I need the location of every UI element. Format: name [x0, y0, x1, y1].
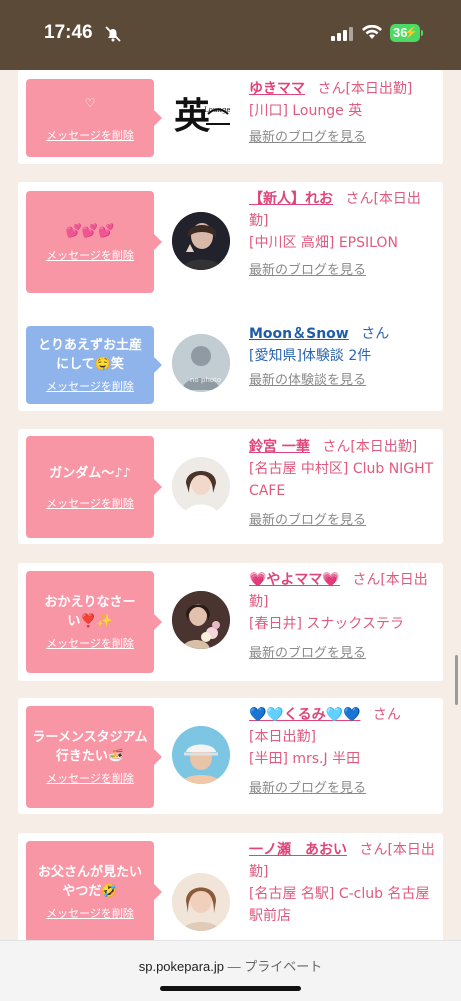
honorific: さん — [372, 707, 401, 723]
battery-tip — [421, 30, 423, 36]
delete-message-link[interactable]: メッセージを削除 — [46, 247, 134, 263]
message-bubble: おかえりなさーい❣️✨ メッセージを削除 — [26, 571, 162, 673]
profile-name-link[interactable]: 💗やよママ💗 — [249, 572, 340, 588]
message-bubble: お父さんが見たいやつだ🤣 メッセージを削除 — [26, 841, 162, 943]
avatar[interactable] — [172, 212, 230, 270]
delete-message-link[interactable]: メッセージを削除 — [46, 635, 134, 651]
profile-info: 💙🩵くるみ🩵💙 さん [本日出勤] [半田] mrs.J 半田 最新のブログを見… — [249, 704, 439, 800]
list-item: ラーメンスタジアム行きたい🍜 メッセージを削除 💙🩵くるみ🩵💙 さん [本日出勤… — [18, 698, 443, 814]
message-text: ♡ — [84, 95, 96, 110]
honorific: さん — [361, 326, 390, 342]
clock: 17:46 — [44, 22, 93, 43]
work-status: [本日出勤] — [345, 81, 413, 97]
honorific: さん — [322, 439, 351, 455]
profile-info: 鈴宮 一華 さん[本日出勤] [名古屋 中村区] Club NIGHT CAFE… — [249, 436, 439, 532]
shop-info: [名古屋 中村区] Club NIGHT CAFE — [249, 461, 434, 499]
avatar[interactable] — [172, 873, 230, 931]
honorific: さん — [359, 842, 388, 858]
avatar[interactable] — [172, 457, 230, 515]
avatar[interactable]: no photo — [172, 334, 230, 392]
browsing-mode-label: プライベート — [244, 959, 323, 974]
url-separator: — — [224, 959, 245, 974]
latest-blog-link[interactable]: 最新のブログを見る — [249, 127, 439, 149]
honorific: さん — [352, 572, 381, 588]
message-text: おかえりなさーい❣️✨ — [44, 595, 136, 629]
shop-info: [春日井] スナックステラ — [249, 616, 404, 632]
message-bubble: 💕💕💕 メッセージを削除 — [26, 191, 162, 293]
avatar[interactable] — [172, 726, 230, 784]
message-text: お父さんが見たいやつだ🤣 — [37, 865, 142, 899]
message-bubble: ガンダム〜♪♪ メッセージを削除 — [26, 436, 162, 538]
shop-info: [半田] mrs.J 半田 — [249, 751, 361, 767]
latest-blog-link[interactable]: 最新のブログを見る — [249, 778, 439, 800]
honorific: さん — [317, 81, 346, 97]
message-text: 💕💕💕 — [65, 223, 115, 239]
profile-info: 一ノ瀬 あおい さん[本日出勤] [名古屋 名駅] C-club 名古屋駅前店 — [249, 839, 439, 927]
shop-info: [川口] Lounge 英 — [249, 103, 363, 119]
delete-message-link[interactable]: メッセージを削除 — [46, 378, 134, 394]
list-item: ♡ メッセージを削除 英 Lounge ゆきママ さん[本日出勤] [川口] Lo… — [18, 70, 443, 164]
message-text: とりあえずお土産にして🤤笑 — [37, 338, 142, 372]
url-display[interactable]: sp.pokepara.jp — プライベート — [0, 956, 461, 975]
charging-bolt-icon: ⚡ — [404, 27, 418, 39]
profile-name-link[interactable]: 【新人】れお — [249, 191, 333, 207]
delete-message-link[interactable]: メッセージを削除 — [46, 495, 134, 511]
latest-review-link[interactable]: 最新の体験談を見る — [249, 370, 439, 392]
list-item: とりあえずお土産にして🤤笑 メッセージを削除 no photo Moon＆Sno… — [18, 318, 443, 411]
browser-url-bar[interactable]: sp.pokepara.jp — プライベート — [0, 940, 461, 1001]
scrollbar[interactable] — [455, 655, 458, 705]
profile-name-link[interactable]: 鈴宮 一華 — [249, 439, 310, 455]
profile-info: 💗やよママ💗 さん[本日出勤] [春日井] スナックステラ 最新のブログを見る — [249, 569, 439, 665]
honorific: さん — [345, 191, 374, 207]
battery-indicator: 36 ⚡ — [390, 24, 420, 42]
work-status: [本日出勤] — [249, 729, 316, 745]
delete-message-link[interactable]: メッセージを削除 — [46, 770, 134, 786]
profile-name-link[interactable]: ゆきママ — [249, 81, 305, 97]
profile-info: Moon＆Snow さん [愛知県]体験談 2件 最新の体験談を見る — [249, 323, 439, 392]
svg-text:no photo: no photo — [190, 376, 221, 384]
work-status: [本日出勤] — [350, 439, 418, 455]
message-bubble: とりあえずお土産にして🤤笑 メッセージを削除 — [26, 326, 162, 404]
message-bubble: ♡ メッセージを削除 — [26, 79, 162, 157]
shop-info: [名古屋 名駅] C-club 名古屋駅前店 — [249, 886, 430, 924]
bell-muted-icon — [104, 25, 122, 47]
avatar[interactable] — [172, 591, 230, 649]
latest-blog-link[interactable]: 最新のブログを見る — [249, 510, 439, 532]
shop-info: [中川区 高畑] EPSILON — [249, 235, 398, 251]
status-bar: 17:46 36 ⚡ — [0, 0, 461, 70]
url-domain: sp.pokepara.jp — [138, 959, 225, 974]
profile-name-link[interactable]: 一ノ瀬 あおい — [249, 842, 347, 858]
profile-name-link[interactable]: 💙🩵くるみ🩵💙 — [249, 707, 360, 723]
list-item: ガンダム〜♪♪ メッセージを削除 鈴宮 一華 さん[本日出勤] [名古屋 中村区… — [18, 429, 443, 544]
profile-name-link[interactable]: Moon＆Snow — [249, 326, 349, 342]
message-bubble: ラーメンスタジアム行きたい🍜 メッセージを削除 — [26, 706, 162, 808]
latest-blog-link[interactable]: 最新のブログを見る — [249, 260, 439, 282]
review-info: [愛知県]体験談 2件 — [249, 348, 372, 364]
list-item: お父さんが見たいやつだ🤣 メッセージを削除 一ノ瀬 あおい さん[本日出勤] [… — [18, 833, 443, 953]
delete-message-link[interactable]: メッセージを削除 — [46, 905, 134, 921]
wifi-icon — [362, 24, 382, 44]
latest-blog-link[interactable]: 最新のブログを見る — [249, 643, 439, 665]
home-indicator[interactable] — [160, 986, 301, 991]
avatar[interactable]: 英 Lounge — [168, 84, 232, 146]
profile-info: 【新人】れお さん[本日出勤] [中川区 高畑] EPSILON 最新のブログを… — [249, 188, 439, 282]
message-text: ラーメンスタジアム行きたい🍜 — [32, 730, 148, 764]
svg-text:英: 英 — [174, 95, 211, 137]
delete-message-link[interactable]: メッセージを削除 — [46, 127, 134, 143]
profile-info: ゆきママ さん[本日出勤] [川口] Lounge 英 最新のブログを見る — [249, 78, 439, 149]
cellular-signal-icon — [331, 26, 353, 45]
svg-text:Lounge: Lounge — [204, 106, 231, 114]
message-text: ガンダム〜♪♪ — [49, 465, 131, 481]
list-item: おかえりなさーい❣️✨ メッセージを削除 💗やよママ💗 さん[本日出勤] [春日… — [18, 563, 443, 681]
